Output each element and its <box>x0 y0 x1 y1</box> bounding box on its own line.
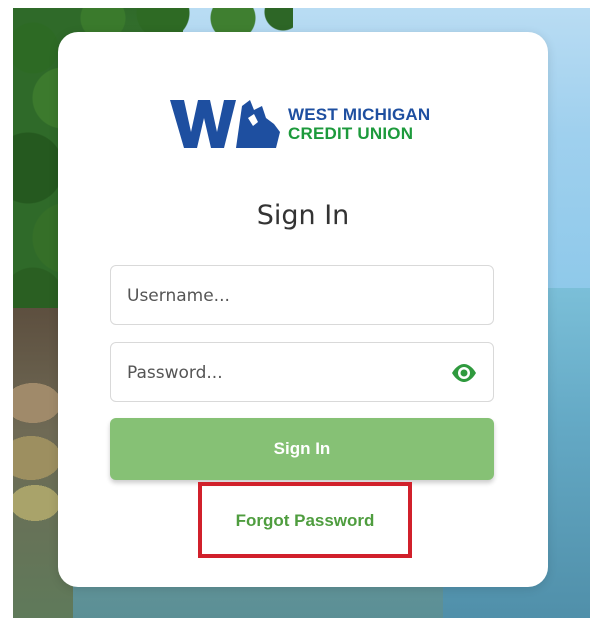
brand-logo: WEST MICHIGAN CREDIT UNION <box>170 96 438 152</box>
forgot-password-link[interactable]: Forgot Password <box>202 511 408 531</box>
brand-name-line1: WEST MICHIGAN <box>288 105 431 124</box>
login-card: WEST MICHIGAN CREDIT UNION Sign In Sign … <box>58 32 548 587</box>
eye-icon[interactable] <box>451 361 477 385</box>
sign-in-button[interactable]: Sign In <box>110 418 494 480</box>
username-field-container <box>110 265 494 326</box>
forgot-password-highlight: Forgot Password <box>198 482 412 558</box>
brand-name-line2: CREDIT UNION <box>288 124 414 143</box>
password-input[interactable] <box>125 343 439 403</box>
wmcu-logo-mark <box>170 100 280 148</box>
page-title: Sign In <box>256 200 350 231</box>
password-field-container <box>110 342 494 403</box>
username-input[interactable] <box>125 266 439 326</box>
